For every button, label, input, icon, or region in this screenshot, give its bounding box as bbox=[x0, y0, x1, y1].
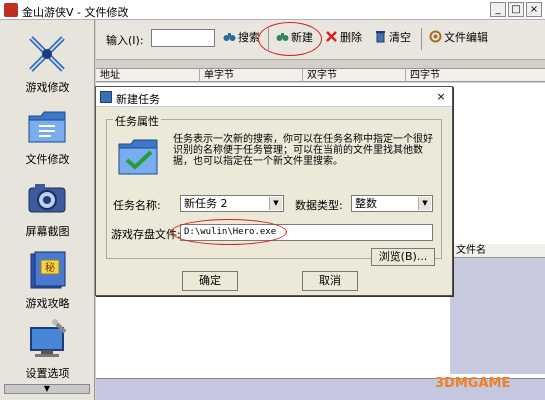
task-check-icon bbox=[118, 139, 158, 175]
watermark-logo: 3DMGAME bbox=[435, 376, 511, 391]
sidebar-item-game-guide[interactable]: 秘 游戏攻略 bbox=[0, 244, 95, 317]
dialog-title-bar: 新建任务 × bbox=[96, 87, 452, 107]
settings-monitor-icon bbox=[30, 319, 67, 357]
file-edit-button[interactable]: 文件编辑 bbox=[429, 30, 488, 48]
app-icon bbox=[4, 3, 18, 17]
column-header-word[interactable]: 双字节 bbox=[303, 69, 406, 82]
save-file-label: 游戏存盘文件: bbox=[111, 228, 181, 241]
maximize-button[interactable]: □ bbox=[508, 2, 524, 17]
column-header-byte[interactable]: 单字节 bbox=[200, 69, 303, 82]
window-title: 金山游侠V - 文件修改 bbox=[22, 6, 129, 19]
new-task-dialog: 新建任务 × 任务属性 任务表示一次新的搜索，你可以在任务名称中指定一个很好识别… bbox=[95, 86, 453, 296]
data-type-label: 数据类型: bbox=[295, 199, 343, 212]
toolbar-separator bbox=[421, 28, 422, 50]
minimize-button[interactable]: _ bbox=[490, 2, 506, 17]
search-button-label: 搜索 bbox=[238, 31, 260, 44]
browse-button[interactable]: 浏览(B)... bbox=[371, 248, 435, 266]
sidebar-scroll-down-button[interactable]: ▼ bbox=[4, 384, 90, 394]
binoculars-icon bbox=[223, 33, 236, 41]
sidebar-item-file-modify[interactable]: 文件修改 bbox=[0, 100, 95, 173]
delete-x-icon bbox=[326, 31, 337, 42]
sidebar-item-settings[interactable]: 设置选项 bbox=[0, 314, 95, 387]
sidebar-item-label: 游戏修改 bbox=[25, 81, 70, 94]
data-type-dropdown[interactable]: 整数 ▼ bbox=[351, 195, 433, 212]
dialog-close-button[interactable]: × bbox=[435, 90, 447, 103]
task-name-label: 任务名称: bbox=[113, 199, 161, 212]
task-description: 任务表示一次新的搜索，你可以在任务名称中指定一个很好识别的名称便于任务管理；可以… bbox=[173, 134, 433, 167]
delete-button-label: 删除 bbox=[340, 31, 362, 44]
cancel-button[interactable]: 取消 bbox=[302, 271, 358, 291]
group-label: 任务属性 bbox=[113, 113, 161, 129]
clear-button[interactable]: 清空 bbox=[374, 30, 411, 48]
table-header: 地址 单字节 双字节 四字节 bbox=[96, 68, 545, 82]
dialog-title: 新建任务 bbox=[116, 93, 160, 106]
task-name-value: 新任务 2 bbox=[184, 197, 228, 210]
clear-button-label: 清空 bbox=[389, 31, 411, 44]
column-header-address[interactable]: 地址 bbox=[96, 69, 200, 82]
annotation-circle bbox=[171, 219, 287, 245]
column-header-filename[interactable]: 文件名 bbox=[450, 244, 545, 258]
folder-icon bbox=[28, 111, 66, 143]
camera-icon bbox=[28, 184, 66, 213]
sidebar-item-label: 屏幕截图 bbox=[25, 225, 70, 238]
sidebar-item-label: 文件修改 bbox=[25, 153, 70, 166]
close-button[interactable]: × bbox=[526, 2, 542, 17]
file-edit-icon bbox=[429, 30, 442, 43]
task-name-dropdown[interactable]: 新任务 2 ▼ bbox=[180, 195, 284, 212]
search-input[interactable] bbox=[151, 29, 215, 47]
task-properties-group: 任务属性 任务表示一次新的搜索，你可以在任务名称中指定一个很好识别的名称便于任务… bbox=[106, 113, 442, 266]
column-header-dword[interactable]: 四字节 bbox=[406, 69, 545, 82]
trash-icon bbox=[376, 31, 385, 43]
sidebar-item-screenshot[interactable]: 屏幕截图 bbox=[0, 172, 95, 245]
search-button[interactable]: 搜索 bbox=[223, 30, 260, 48]
strategy-book-icon: 秘 bbox=[30, 251, 66, 289]
sidebar-item-label: 设置选项 bbox=[25, 367, 70, 380]
data-type-value: 整数 bbox=[355, 197, 377, 210]
chevron-down-icon[interactable]: ▼ bbox=[269, 197, 282, 210]
ok-button[interactable]: 确定 bbox=[182, 271, 238, 291]
svg-text:秘: 秘 bbox=[45, 261, 55, 274]
file-panel: 文件名 bbox=[450, 244, 545, 374]
file-edit-button-label: 文件编辑 bbox=[444, 31, 488, 44]
chevron-down-icon[interactable]: ▼ bbox=[418, 197, 431, 210]
crossed-swords-icon bbox=[29, 36, 65, 72]
delete-button[interactable]: 删除 bbox=[325, 30, 362, 48]
annotation-circle bbox=[258, 22, 322, 56]
title-bar: 金山游侠V - 文件修改 _ □ × bbox=[0, 0, 545, 20]
dialog-window-icon bbox=[100, 91, 112, 103]
sidebar: 游戏修改 文件修改 屏幕截图 秘 游戏攻略 设置选项 ▼ bbox=[0, 20, 95, 400]
sidebar-item-game-modify[interactable]: 游戏修改 bbox=[0, 28, 95, 101]
input-label: 输入(I): bbox=[106, 34, 144, 47]
sidebar-item-label: 游戏攻略 bbox=[25, 297, 70, 310]
